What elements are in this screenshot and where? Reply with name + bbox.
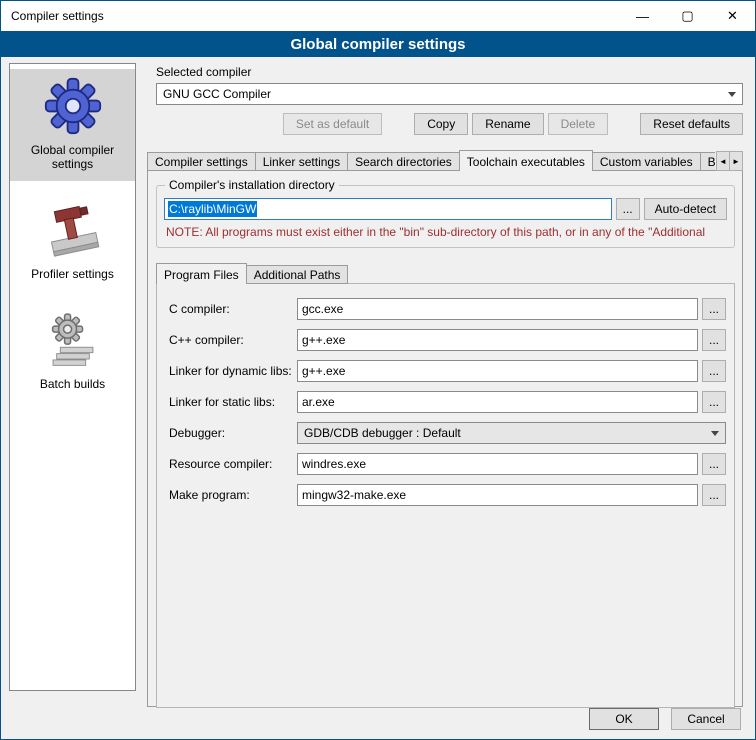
- profiler-icon: [44, 201, 102, 259]
- debugger-row: Debugger: GDB/CDB debugger : Default: [169, 422, 726, 444]
- c-compiler-input[interactable]: [297, 298, 698, 320]
- minimize-icon[interactable]: —: [620, 1, 665, 31]
- tab-custom-variables[interactable]: Custom variables: [592, 152, 701, 171]
- dynamic-linker-row: Linker for dynamic libs: ...: [169, 360, 726, 382]
- chevron-down-icon: [728, 92, 736, 97]
- tab-additional-paths[interactable]: Additional Paths: [246, 265, 349, 284]
- static-linker-label: Linker for static libs:: [169, 395, 297, 409]
- make-program-label: Make program:: [169, 488, 297, 502]
- sidebar-item-profiler-settings[interactable]: Profiler settings: [10, 193, 135, 291]
- resource-compiler-label: Resource compiler:: [169, 457, 297, 471]
- cpp-compiler-row: C++ compiler: ...: [169, 329, 726, 351]
- selected-compiler-label: Selected compiler: [156, 65, 743, 79]
- c-compiler-row: C compiler: ...: [169, 298, 726, 320]
- tab-scroll-left-icon[interactable]: ◄: [716, 151, 730, 171]
- tab-linker-settings[interactable]: Linker settings: [255, 152, 348, 171]
- program-files-panel: C compiler: ... C++ compiler: ... Linker…: [156, 283, 735, 708]
- compiler-actions: Set as default Copy Rename Delete Reset …: [156, 113, 743, 135]
- tab-program-files[interactable]: Program Files: [156, 263, 247, 284]
- rename-button[interactable]: Rename: [472, 113, 543, 135]
- browse-cpp-compiler-button[interactable]: ...: [702, 329, 726, 351]
- install-dir-note: NOTE: All programs must exist either in …: [166, 225, 725, 239]
- subtabs-viewport: Program Files Additional Paths: [156, 262, 735, 284]
- browse-dynamic-linker-button[interactable]: ...: [702, 360, 726, 382]
- tab-compiler-settings[interactable]: Compiler settings: [147, 152, 256, 171]
- browse-static-linker-button[interactable]: ...: [702, 391, 726, 413]
- sidebar-item-label: Global compiler settings: [14, 143, 131, 171]
- static-linker-input[interactable]: [297, 391, 698, 413]
- tab-toolchain-executables[interactable]: Toolchain executables: [459, 150, 593, 171]
- c-compiler-label: C compiler:: [169, 302, 297, 316]
- dialog-footer: OK Cancel: [589, 708, 741, 730]
- selected-compiler-dropdown[interactable]: GNU GCC Compiler: [156, 83, 743, 105]
- debugger-label: Debugger:: [169, 426, 297, 440]
- close-icon[interactable]: ✕: [710, 1, 755, 31]
- titlebar: Compiler settings — ▢ ✕: [1, 1, 755, 31]
- cpp-compiler-label: C++ compiler:: [169, 333, 297, 347]
- page-title: Global compiler settings: [290, 36, 465, 53]
- browse-install-dir-button[interactable]: ...: [616, 198, 640, 220]
- install-dir-groupbox: Compiler's installation directory C:\ray…: [156, 185, 735, 248]
- static-linker-row: Linker for static libs: ...: [169, 391, 726, 413]
- install-dir-input[interactable]: C:\raylib\MinGW: [164, 198, 612, 220]
- cpp-compiler-input[interactable]: [297, 329, 698, 351]
- compiler-settings-window: Compiler settings — ▢ ✕ Global compiler …: [0, 0, 756, 740]
- ok-button[interactable]: OK: [589, 708, 659, 730]
- resource-compiler-row: Resource compiler: ...: [169, 453, 726, 475]
- sidebar-item-label: Batch builds: [40, 377, 105, 391]
- dynamic-linker-label: Linker for dynamic libs:: [169, 364, 297, 378]
- main-content: Selected compiler GNU GCC Compiler Set a…: [147, 61, 743, 707]
- gear-icon: [44, 77, 102, 135]
- tab-build[interactable]: Build: [700, 152, 715, 171]
- tab-search-directories[interactable]: Search directories: [347, 152, 460, 171]
- window-title: Compiler settings: [1, 9, 104, 23]
- make-program-input[interactable]: [297, 484, 698, 506]
- copy-button[interactable]: Copy: [414, 113, 468, 135]
- sidebar-item-label: Profiler settings: [31, 267, 114, 281]
- chevron-down-icon: [711, 431, 719, 436]
- dynamic-linker-input[interactable]: [297, 360, 698, 382]
- dialog-body: Global compiler settings Profiler se: [1, 57, 755, 739]
- batch-builds-icon: [44, 311, 102, 369]
- browse-c-compiler-button[interactable]: ...: [702, 298, 726, 320]
- install-dir-row: C:\raylib\MinGW ... Auto-detect: [164, 198, 727, 220]
- auto-detect-button[interactable]: Auto-detect: [644, 198, 727, 220]
- debugger-dropdown[interactable]: GDB/CDB debugger : Default: [297, 422, 726, 444]
- compiler-tabstrip: Compiler settings Linker settings Search…: [147, 149, 743, 171]
- debugger-value: GDB/CDB debugger : Default: [304, 426, 461, 440]
- install-dir-group-title: Compiler's installation directory: [165, 178, 339, 192]
- tab-scroll-right-icon[interactable]: ►: [729, 151, 743, 171]
- tabs-viewport: Compiler settings Linker settings Search…: [147, 149, 715, 171]
- sidebar-item-global-compiler-settings[interactable]: Global compiler settings: [10, 69, 135, 181]
- install-dir-selected-text: C:\raylib\MinGW: [168, 201, 257, 217]
- settings-sidebar: Global compiler settings Profiler se: [9, 63, 136, 691]
- toolchain-executables-panel: Compiler's installation directory C:\ray…: [147, 170, 743, 707]
- cancel-button[interactable]: Cancel: [671, 708, 741, 730]
- browse-resource-compiler-button[interactable]: ...: [702, 453, 726, 475]
- program-files-tabstrip: Program Files Additional Paths: [156, 262, 735, 284]
- caption-buttons: — ▢ ✕: [620, 1, 755, 31]
- browse-make-program-button[interactable]: ...: [702, 484, 726, 506]
- set-as-default-button[interactable]: Set as default: [283, 113, 382, 135]
- page-header: Global compiler settings: [1, 31, 755, 57]
- tab-scroll-buttons: ◄ ►: [717, 151, 743, 171]
- delete-button[interactable]: Delete: [548, 113, 609, 135]
- selected-compiler-value: GNU GCC Compiler: [163, 87, 271, 101]
- maximize-icon[interactable]: ▢: [665, 1, 710, 31]
- sidebar-item-batch-builds[interactable]: Batch builds: [10, 303, 135, 401]
- resource-compiler-input[interactable]: [297, 453, 698, 475]
- make-program-row: Make program: ...: [169, 484, 726, 506]
- reset-defaults-button[interactable]: Reset defaults: [640, 113, 743, 135]
